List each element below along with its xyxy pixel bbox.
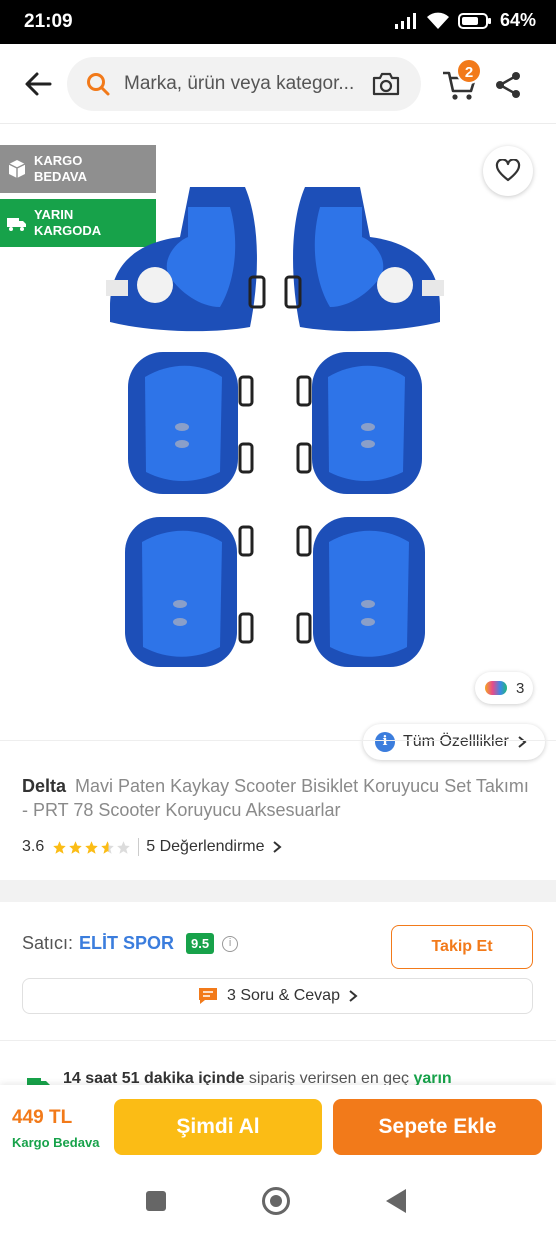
section-divider	[0, 880, 556, 902]
questions-answers-label: 3 Soru & Cevap	[227, 987, 340, 1004]
add-to-cart-button[interactable]: Sepete Ekle	[333, 1099, 542, 1155]
free-cargo-badge-text: KARGO BEDAVA	[34, 153, 87, 184]
follow-button[interactable]: Takip Et	[391, 925, 533, 969]
fast-delivery-badge-text: YARIN KARGODA	[34, 207, 102, 238]
truck-icon	[27, 1078, 50, 1085]
share-icon[interactable]	[494, 70, 522, 100]
wrist-guard-left	[106, 187, 266, 332]
delivery-time: 14 saat 51 dakika içinde	[63, 1070, 245, 1085]
rating-value: 3.6	[22, 838, 45, 855]
app-header: Marka, ürün veya kategor... 2	[0, 44, 556, 124]
home-button[interactable]	[262, 1187, 290, 1215]
knee-pad-left	[125, 517, 254, 667]
color-count: 3	[516, 679, 525, 697]
system-nav-bar	[0, 1169, 556, 1235]
seller-section: Satıcı: ELİT SPOR 9.5 i Takip Et 3 Soru …	[0, 902, 556, 1042]
battery-icon	[457, 12, 491, 29]
rating-row[interactable]: 3.6 5 Değerlendirme	[22, 838, 283, 856]
battery-percent: 64	[499, 10, 520, 30]
back-arrow-icon[interactable]	[22, 68, 54, 100]
truck-icon	[7, 218, 26, 231]
product-title: Delta Mavi Paten Kaykay Scooter Bisiklet…	[22, 774, 532, 822]
search-input[interactable]: Marka, ürün veya kategor...	[67, 57, 421, 111]
chat-icon	[199, 988, 218, 1004]
star-icon	[53, 840, 66, 854]
star-icon	[85, 840, 98, 854]
favorite-button[interactable]	[483, 146, 533, 196]
seller-row: Satıcı: ELİT SPOR 9.5 i	[22, 933, 239, 954]
delivery-mid: sipariş verirsen en geç	[248, 1070, 409, 1085]
delivery-day: yarın	[413, 1070, 452, 1085]
product-image	[106, 187, 444, 667]
seller-score-badge: 9.5	[186, 933, 215, 954]
star-icon	[69, 840, 82, 854]
cart-count-badge: 2	[456, 58, 482, 84]
color-options-button[interactable]: 3	[475, 672, 533, 704]
heart-icon	[495, 159, 521, 182]
info-icon[interactable]: i	[222, 935, 239, 952]
elbow-pad-left	[128, 352, 254, 494]
star-icon	[101, 840, 114, 854]
wifi-icon	[426, 12, 449, 29]
rating-stars	[52, 840, 131, 855]
free-cargo-label: Kargo Bedava	[12, 1135, 100, 1150]
delivery-info: 14 saat 51 dakika içinde sipariş verirse…	[0, 1041, 556, 1085]
product-name: Mavi Paten Kaykay Scooter Bisiklet Koruy…	[22, 776, 529, 820]
delivery-estimate: 14 saat 51 dakika içinde sipariş verirse…	[63, 1070, 452, 1085]
seller-label: Satıcı:	[22, 933, 74, 953]
product-gallery[interactable]: KARGO BEDAVA YARIN KARGODA 3 i Tüm Özell…	[0, 124, 556, 760]
purchase-bar: 449 TL Kargo Bedava Şimdi Al Sepete Ekle	[0, 1085, 556, 1169]
product-price: 449 TL	[12, 1107, 73, 1128]
review-count: 5 Değerlendirme	[146, 838, 265, 855]
knee-pad-right	[296, 517, 425, 667]
color-palette-icon	[485, 681, 507, 695]
star-icon	[117, 840, 130, 854]
seller-name[interactable]: ELİT SPOR	[79, 933, 174, 954]
chevron-right-icon	[272, 841, 282, 853]
status-time: 21:09	[24, 11, 73, 32]
search-icon	[87, 73, 110, 96]
product-brand[interactable]: Delta	[22, 776, 66, 796]
box-icon	[8, 160, 26, 178]
buy-now-button[interactable]: Şimdi Al	[114, 1099, 322, 1155]
status-bar: 21:09 64%	[0, 0, 556, 44]
recents-button[interactable]	[146, 1191, 166, 1211]
status-icons: 64%	[394, 10, 536, 31]
camera-search-icon[interactable]	[371, 70, 401, 98]
product-info: Delta Mavi Paten Kaykay Scooter Bisiklet…	[0, 740, 556, 880]
chevron-right-icon	[349, 990, 358, 1002]
elbow-pad-right	[296, 352, 422, 494]
signal-icon	[394, 12, 416, 29]
search-placeholder: Marka, ürün veya kategor...	[124, 73, 355, 94]
questions-answers-button[interactable]: 3 Soru & Cevap	[22, 978, 533, 1014]
wrist-guard-right	[284, 187, 444, 332]
back-button[interactable]	[386, 1189, 406, 1213]
